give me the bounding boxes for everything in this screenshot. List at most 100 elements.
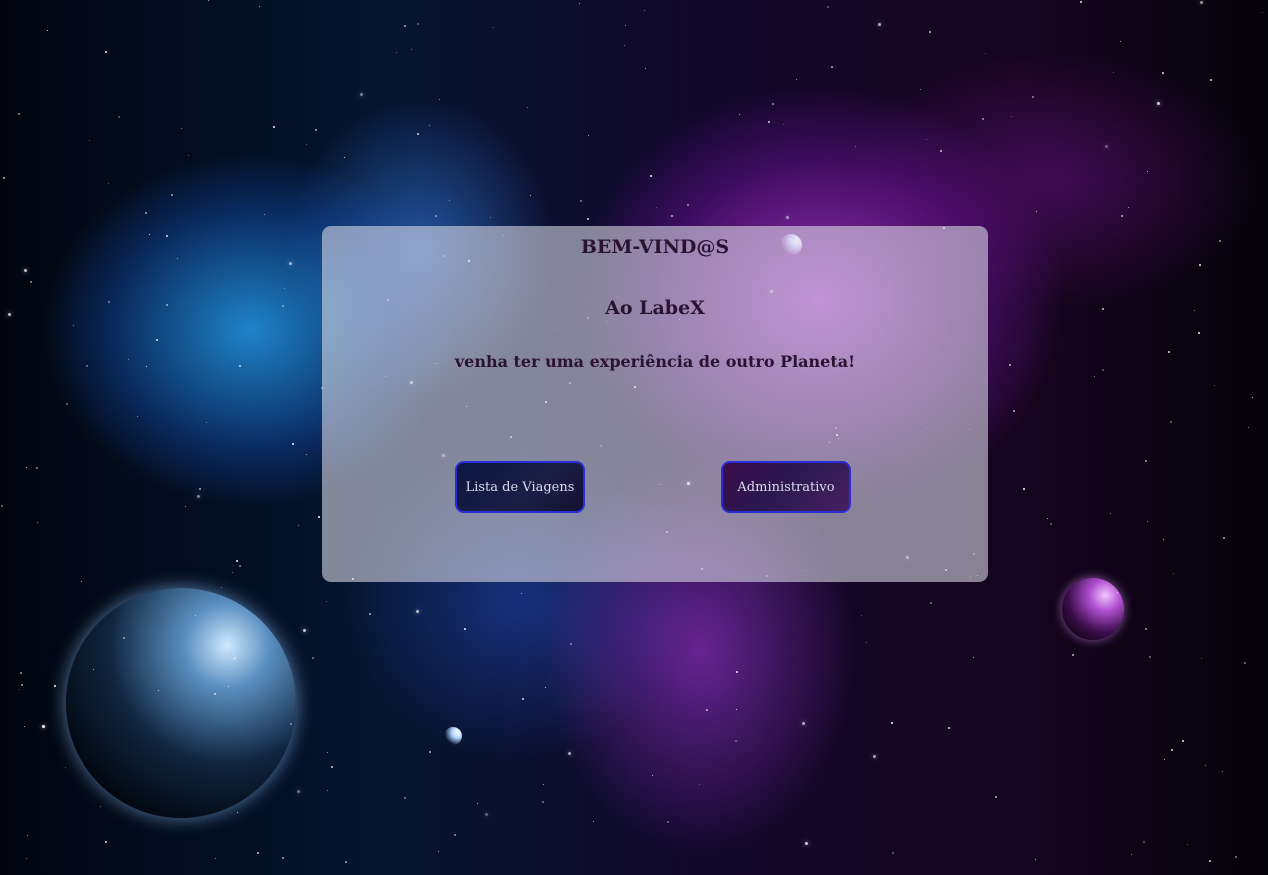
star [284,288,285,289]
star [81,581,82,582]
star [739,114,740,115]
star [177,258,178,259]
star [326,601,327,602]
star [282,857,284,859]
star [318,516,320,518]
star [1194,310,1195,311]
star [273,126,275,128]
star [1248,427,1249,428]
star [1219,240,1221,242]
star [587,218,589,220]
star [42,725,45,728]
star [146,366,147,367]
star [233,657,236,660]
star [861,615,862,616]
planet-left-image [66,588,296,818]
star [948,727,950,729]
star [1209,860,1211,862]
star [1120,41,1121,42]
star [1170,421,1172,423]
star [298,525,299,526]
star [464,628,466,630]
star [1113,72,1114,73]
star [3,177,5,179]
star [206,422,207,423]
trip-list-button[interactable]: Lista de Viagens [455,461,585,513]
star [108,301,110,303]
star [1080,1,1082,3]
star [344,157,345,158]
star [645,68,646,69]
admin-button[interactable]: Administrativo [721,461,851,513]
star [802,722,805,725]
star [1011,116,1012,117]
star [1143,841,1145,843]
star [1147,521,1148,522]
star [1032,96,1034,98]
star [1173,573,1174,574]
star [188,155,189,156]
star [671,215,673,217]
star [995,796,997,798]
star [454,834,456,836]
star [26,858,27,859]
star [545,687,546,688]
star [973,657,974,658]
star [1210,79,1212,81]
star [588,135,589,136]
star [831,66,833,68]
star [21,684,23,686]
star [699,784,700,785]
star [105,51,107,53]
star [926,139,927,140]
star [1198,332,1200,334]
star [195,615,196,616]
star [239,565,241,567]
star [930,602,932,604]
star [1,505,3,507]
star [521,593,522,594]
star [36,467,38,469]
star [1110,513,1111,514]
star [30,281,32,283]
star [543,784,544,785]
star [522,698,524,700]
star [257,852,259,854]
star [1036,211,1037,212]
star [805,842,808,845]
star [137,416,138,417]
star [54,685,56,687]
star [490,217,491,218]
moon-bottom-image [444,727,462,745]
star [783,124,784,125]
star [215,858,216,859]
star [1200,1,1203,4]
star [892,852,894,854]
star [1072,654,1074,656]
star [1157,102,1160,105]
star [1050,523,1052,525]
star [396,52,397,53]
star [485,813,488,816]
brand-title: Ao LabeX [605,297,705,319]
star [1171,749,1173,751]
star [1235,856,1237,858]
star [1023,488,1025,490]
star [197,495,200,498]
star [93,669,94,670]
star [221,587,222,588]
star [228,686,229,687]
star [232,572,233,573]
star [86,365,88,367]
star [312,657,314,659]
star [878,23,881,26]
star [1244,662,1246,664]
star [768,121,770,123]
star [181,128,182,129]
star [1164,759,1165,760]
star [1131,854,1132,855]
star [331,766,333,768]
star [118,116,120,118]
star [108,183,109,184]
star [1222,771,1223,772]
